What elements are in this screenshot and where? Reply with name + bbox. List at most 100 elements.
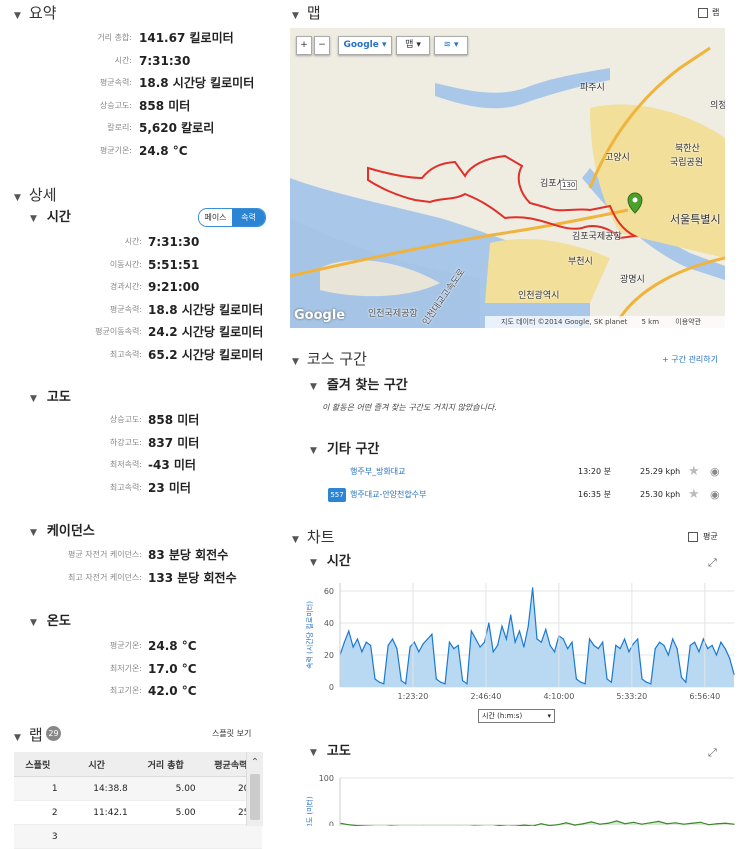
data-point	[466, 683, 467, 684]
elevation-chart[interactable]: 0100고도 (미터)	[300, 768, 740, 826]
average-checkbox[interactable]	[688, 532, 698, 542]
data-point	[659, 642, 660, 643]
summary-header[interactable]: ▼요약	[14, 2, 57, 23]
stat-value: 24.8 °C	[139, 141, 188, 161]
segment-row[interactable]: 557행주대교-안양천합수부16:35 분25.30 kph★◉	[322, 485, 732, 505]
map-scale: 5 km	[641, 318, 659, 326]
data-point	[650, 683, 651, 684]
laps-column-header[interactable]: 시간	[62, 752, 132, 777]
data-point	[458, 645, 459, 646]
cadence-subheader[interactable]: ▼케이던스	[30, 520, 95, 539]
data-point	[663, 645, 664, 646]
table-cell: 1	[14, 777, 62, 801]
stat-label: 최저속력:	[110, 455, 142, 475]
stat-label: 거리 총합:	[97, 28, 132, 48]
map-place-label: 광명시	[620, 272, 645, 285]
x-axis-select[interactable]: 시간 (h:m:s)▾	[478, 709, 555, 723]
map-provider-dropdown[interactable]: Google ▾	[338, 36, 392, 55]
zoom-out-button[interactable]: −	[314, 36, 330, 55]
data-point	[593, 645, 594, 646]
data-point	[733, 824, 734, 825]
stat-label: 시간:	[125, 232, 142, 252]
elevation-chart-subheader[interactable]: ▼고도	[310, 740, 351, 759]
speed-chart[interactable]: 02040601:23:202:46:404:10:005:33:206:56:…	[300, 575, 740, 705]
map-layers-dropdown[interactable]: ≋ ▾	[434, 36, 468, 55]
data-point	[585, 683, 586, 684]
eye-icon[interactable]: ◉	[710, 462, 720, 482]
table-row[interactable]: 211:42.15.0025.6	[14, 801, 262, 825]
data-point	[698, 651, 699, 652]
data-point	[348, 824, 349, 825]
details-header[interactable]: ▼상세	[14, 184, 57, 205]
data-point	[583, 823, 584, 824]
laps-checkbox[interactable]	[698, 8, 708, 18]
y-tick-label: 0	[329, 821, 334, 826]
stat-label: 시간:	[115, 51, 132, 71]
time-chart-subheader[interactable]: ▼시간	[310, 550, 351, 569]
table-row[interactable]: 3	[14, 825, 262, 849]
data-point	[717, 823, 718, 824]
favorite-segments-subheader[interactable]: ▼즐겨 찾는 구간	[310, 374, 408, 393]
eye-icon[interactable]: ◉	[710, 485, 720, 505]
data-point	[536, 638, 537, 639]
elevation-subheader[interactable]: ▼고도	[30, 386, 71, 405]
expand-chart-icon[interactable]: ⤢	[708, 556, 717, 570]
data-point	[405, 683, 406, 684]
other-segments-subheader[interactable]: ▼기타 구간	[310, 438, 379, 457]
scrollbar-thumb[interactable]	[250, 774, 260, 820]
zoom-in-button[interactable]: +	[296, 36, 312, 55]
data-point	[725, 648, 726, 649]
google-logo: Google	[294, 308, 345, 323]
laps-column-header[interactable]: 거리 총합	[132, 752, 200, 777]
data-point	[344, 642, 345, 643]
data-point	[519, 630, 520, 631]
pace-toggle-option[interactable]: 페이스	[199, 209, 232, 226]
star-icon[interactable]: ★	[688, 485, 700, 505]
laps-column-header[interactable]: 스플릿	[14, 752, 62, 777]
map-place-label: 북한산	[675, 141, 700, 154]
chevron-down-icon: ▾	[454, 40, 459, 50]
chevron-down-icon: ▾	[547, 710, 551, 722]
stat-label: 경과시간:	[110, 277, 142, 297]
segment-name-link[interactable]: 행주부_방화대교	[350, 462, 406, 482]
table-row[interactable]: 114:38.85.0020.5	[14, 777, 262, 801]
charts-header[interactable]: ▼차트	[292, 526, 335, 547]
time-subheader[interactable]: ▼시간	[30, 206, 71, 225]
stat-value: 18.8 시간당 킬로미터	[148, 300, 263, 320]
expand-chart-icon[interactable]: ⤢	[708, 746, 717, 760]
laps-scrollbar[interactable]: ⌃	[246, 752, 263, 826]
data-point	[637, 638, 638, 639]
temperature-subheader[interactable]: ▼온도	[30, 610, 71, 629]
scroll-up-icon[interactable]: ⌃	[247, 752, 263, 774]
segments-header[interactable]: ▼코스 구간	[292, 348, 367, 369]
data-point	[497, 645, 498, 646]
segment-row[interactable]: 행주부_방화대교13:20 분25.29 kph★◉	[322, 462, 732, 482]
stat-label: 최고속력:	[110, 478, 142, 498]
speed-toggle-option[interactable]: 속력	[232, 209, 265, 226]
stat-label: 최고 자전거 케이던스:	[68, 568, 142, 588]
data-point	[611, 682, 612, 683]
data-point	[655, 648, 656, 649]
star-icon[interactable]: ★	[688, 462, 700, 482]
data-point	[690, 645, 691, 646]
splits-view-link[interactable]: 스플릿 보기	[212, 728, 251, 739]
manage-segments-link[interactable]: + 구간 관리하기	[662, 354, 718, 365]
data-point	[423, 643, 424, 644]
segment-speed: 25.30 kph	[640, 485, 680, 505]
map-header[interactable]: ▼맵	[292, 2, 321, 23]
data-point	[453, 648, 454, 649]
map-type-dropdown[interactable]: 맵 ▾	[396, 36, 430, 55]
data-point	[528, 626, 529, 627]
map-terms-link[interactable]: 이용약관	[675, 318, 701, 326]
route-map[interactable]: 파주시의정고양시북한산국립공원김포시서울특별시김포국제공항부천시광명시인천광역시…	[290, 28, 725, 328]
stat-value: 42.0 °C	[148, 681, 197, 701]
data-point	[515, 642, 516, 643]
data-point	[658, 821, 659, 822]
pace-speed-toggle[interactable]: 페이스속력	[198, 208, 266, 227]
stat-label: 하강고도:	[110, 433, 142, 453]
data-point	[675, 822, 676, 823]
map-attribution: 지도 데이터 ©2014 Google, SK planet	[501, 318, 627, 326]
laps-header[interactable]: ▼랩	[14, 724, 43, 745]
segment-name-link[interactable]: 행주대교-안양천합수부	[350, 485, 427, 505]
data-point	[641, 824, 642, 825]
